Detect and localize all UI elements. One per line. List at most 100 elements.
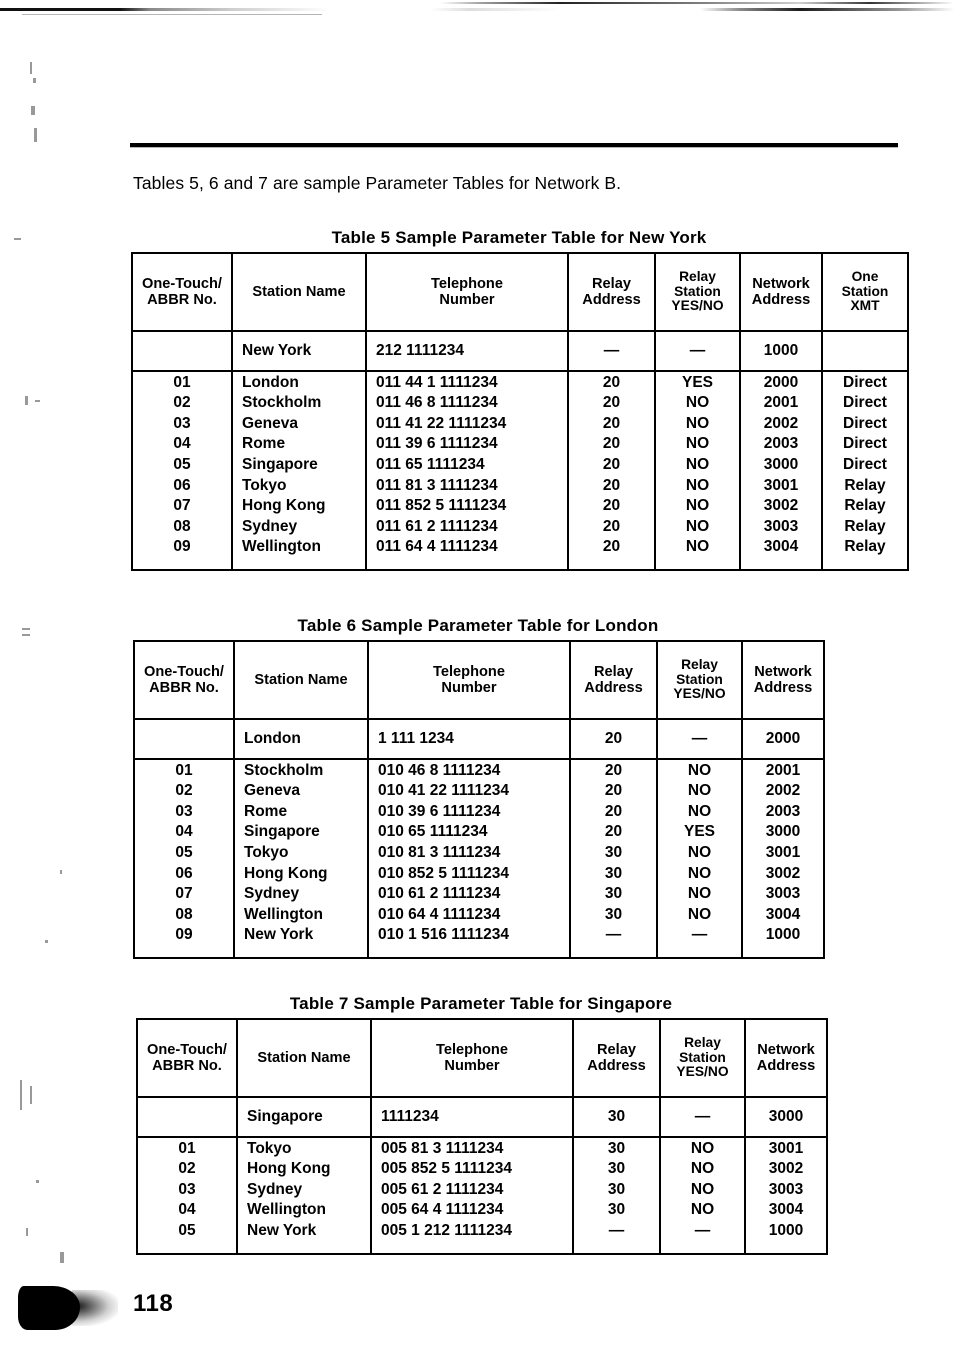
cell-pad	[569, 945, 658, 960]
col-header-telephone-number: Telephone Number	[365, 252, 569, 332]
table-bottom-pad-row	[131, 557, 909, 572]
col-header-one-touch-line1: One-Touch/	[147, 1041, 227, 1058]
cell-one-touch-no: 05	[131, 454, 233, 475]
col-header-one-station-line1: One	[851, 268, 879, 284]
cell-one-station-xmt: Relay	[821, 516, 909, 537]
cell-pad	[231, 557, 367, 572]
cell-telephone-number: 005 852 5 1111234	[370, 1158, 574, 1180]
cell-one-touch-no	[136, 1096, 238, 1138]
cell-telephone-number: 011 39 6 1111234	[365, 433, 569, 455]
cell-one-touch-no: 04	[131, 433, 233, 455]
cell-relay-address: 20	[569, 801, 658, 822]
col-header-relay-station-line3: YES/NO	[671, 298, 724, 314]
cell-pad	[741, 945, 825, 960]
cell-relay-station: NO	[654, 392, 741, 414]
cell-station-name: Geneva	[231, 413, 367, 434]
cell-one-touch-no: 01	[131, 370, 233, 393]
cell-telephone-number: 011 61 2 1111234	[365, 516, 569, 537]
cell-station-name: London	[233, 718, 369, 760]
col-header-station-name-label: Station Name	[252, 283, 346, 300]
parameter-table-new-york: One-Touch/ ABBR No. Station Name Telepho…	[131, 252, 909, 572]
cell-pad	[739, 557, 823, 572]
cell-relay-station: NO	[659, 1199, 746, 1221]
cell-network-address: 2002	[739, 413, 823, 434]
table-bottom-pad-row	[133, 945, 825, 960]
cell-relay-station: NO	[659, 1179, 746, 1200]
table-self-station-row: Singapore 1111234 30—3000	[136, 1096, 828, 1138]
col-header-relay-address: Relay Address	[567, 252, 656, 332]
cell-telephone-number: 010 852 5 1111234	[367, 862, 571, 884]
cell-station-name: Tokyo	[231, 474, 367, 496]
cell-pad	[136, 1240, 238, 1255]
col-header-network-address: Network Address	[739, 252, 823, 332]
col-header-telephone-line1: Telephone	[436, 1041, 508, 1058]
cell-telephone-number: 010 61 2 1111234	[367, 883, 571, 905]
table-row: 01 London 011 44 1 1111234 20 YES 2000 Direct	[131, 370, 909, 393]
cell-pad	[572, 1240, 661, 1255]
cell-station-name: Tokyo	[233, 842, 369, 863]
cell-one-touch-no: 08	[133, 904, 235, 925]
col-header-network-address-line1: Network	[752, 275, 810, 292]
cell-relay-address: —	[569, 924, 658, 946]
cell-one-station-xmt: Direct	[821, 370, 909, 393]
scan-speck	[36, 1180, 39, 1183]
cell-station-name: Sydney	[231, 516, 367, 537]
cell-one-touch-no: 01	[136, 1136, 238, 1159]
cell-station-name: Geneva	[233, 780, 369, 802]
cell-relay-station: NO	[654, 413, 741, 434]
cell-one-station-xmt: Relay	[821, 495, 909, 517]
cell-telephone-number: 010 46 8 1111234	[367, 758, 571, 781]
table-row: 04 Singapore 010 65 1111234 20 YES 3000	[133, 821, 825, 843]
scan-speck	[25, 396, 28, 405]
scan-speck	[22, 628, 30, 630]
scan-speck	[45, 940, 48, 943]
col-header-one-touch: One-Touch/ ABBR No.	[136, 1018, 238, 1098]
table-bottom-pad-row	[136, 1240, 828, 1255]
col-header-network-address-line2: Address	[756, 1058, 816, 1074]
cell-pad	[365, 557, 569, 572]
cell-network-address: 3000	[744, 1096, 828, 1138]
table-header-row: One-Touch/ ABBR No. Station Name Telepho…	[136, 1018, 828, 1098]
cell-relay-address: —	[567, 330, 656, 372]
parameter-table-singapore: One-Touch/ ABBR No. Station Name Telepho…	[136, 1018, 828, 1255]
cell-station-name: Hong Kong	[231, 495, 367, 517]
cell-one-touch-no: 05	[136, 1220, 238, 1241]
col-header-network-address: Network Address	[744, 1018, 828, 1098]
scan-speck	[60, 1252, 64, 1263]
cell-telephone-number: 011 41 22 1111234	[365, 413, 569, 434]
cell-one-station-xmt: Direct	[821, 392, 909, 414]
cell-one-touch-no: 06	[131, 474, 233, 496]
col-header-network-address-line1: Network	[757, 1041, 815, 1058]
cell-relay-address: 20	[567, 516, 656, 537]
col-header-telephone-line2: Number	[439, 292, 495, 308]
cell-telephone-number: 005 81 3 1111234	[370, 1136, 574, 1159]
cell-station-name: Stockholm	[233, 758, 369, 781]
col-header-relay-address-line2: Address	[584, 680, 643, 696]
table-row: 05 New York 005 1 212 1111234— —1000	[136, 1220, 828, 1241]
col-header-telephone-line1: Telephone	[433, 663, 505, 680]
cell-network-address: 3001	[739, 474, 823, 496]
cell-relay-station: NO	[656, 842, 743, 863]
cell-one-touch-no: 09	[131, 536, 233, 558]
table-row: 09 New York 010 1 516 1111234— —1000	[133, 924, 825, 946]
col-header-relay-address: Relay Address	[572, 1018, 661, 1098]
cell-station-name: New York	[233, 924, 369, 946]
table-row: 09 Wellington 011 64 4 1111234 20 NO 3004 Rela…	[131, 536, 909, 558]
cell-one-touch-no	[131, 330, 233, 372]
cell-one-touch-no: 03	[131, 413, 233, 434]
cell-relay-station: NO	[654, 474, 741, 496]
cell-relay-address: 20	[567, 370, 656, 393]
cell-pad	[654, 557, 741, 572]
cell-telephone-number: 010 65 1111234	[367, 821, 571, 843]
cell-relay-station: NO	[656, 780, 743, 802]
cell-network-address: 3004	[744, 1199, 828, 1221]
cell-telephone-number: 010 81 3 1111234	[367, 842, 571, 863]
table-row: 05 Singapore 011 65 1111234 20 NO 3000 Direct	[131, 454, 909, 475]
cell-relay-address: 20	[567, 495, 656, 517]
cell-network-address: 2003	[741, 801, 825, 822]
col-header-relay-station-line1: Relay	[679, 268, 716, 284]
col-header-telephone-number: Telephone Number	[370, 1018, 574, 1098]
table-row: 03 Rome 010 39 6 1111234 20 NO 2003	[133, 801, 825, 822]
cell-network-address: 2001	[741, 758, 825, 781]
cell-relay-address: 30	[569, 883, 658, 905]
